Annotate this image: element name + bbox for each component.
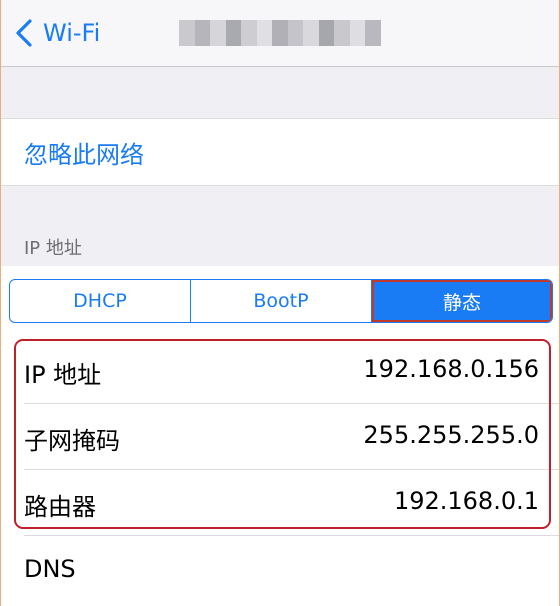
router-value: 192.168.0.1 bbox=[393, 487, 539, 515]
forget-network-row[interactable]: 忽略此网络 bbox=[1, 118, 559, 186]
router-row[interactable]: 路由器 192.168.0.1 bbox=[1, 470, 559, 536]
dns-row[interactable]: DNS bbox=[1, 538, 559, 604]
segment-bootp[interactable]: BootP bbox=[191, 280, 372, 322]
dns-label: DNS bbox=[24, 555, 76, 583]
segment-static[interactable]: 静态 bbox=[372, 280, 552, 322]
ip-mode-segmented-control: DHCP BootP 静态 bbox=[9, 279, 553, 323]
ip-address-row[interactable]: IP 地址 192.168.0.156 bbox=[1, 338, 559, 404]
ip-mode-segment-container: DHCP BootP 静态 bbox=[1, 266, 559, 338]
navigation-bar: Wi-Fi bbox=[1, 0, 559, 67]
subnet-mask-label: 子网掩码 bbox=[24, 427, 120, 455]
subnet-mask-row[interactable]: 子网掩码 255.255.255.0 bbox=[1, 404, 559, 470]
ip-section-header: IP 地址 bbox=[24, 238, 82, 259]
ip-address-value: 192.168.0.156 bbox=[363, 355, 539, 383]
forget-network-label: 忽略此网络 bbox=[24, 141, 144, 169]
static-config-list: IP 地址 192.168.0.156 子网掩码 255.255.255.0 路… bbox=[1, 338, 559, 606]
back-label: Wi-Fi bbox=[43, 19, 101, 47]
subnet-mask-value: 255.255.255.0 bbox=[363, 421, 539, 449]
divider bbox=[24, 535, 559, 536]
back-button[interactable]: Wi-Fi bbox=[11, 14, 100, 52]
network-name-obscured bbox=[179, 20, 381, 46]
segment-dhcp[interactable]: DHCP bbox=[10, 280, 191, 322]
ip-address-label: IP 地址 bbox=[24, 361, 102, 389]
router-label: 路由器 bbox=[24, 493, 96, 521]
chevron-left-icon bbox=[16, 19, 32, 47]
